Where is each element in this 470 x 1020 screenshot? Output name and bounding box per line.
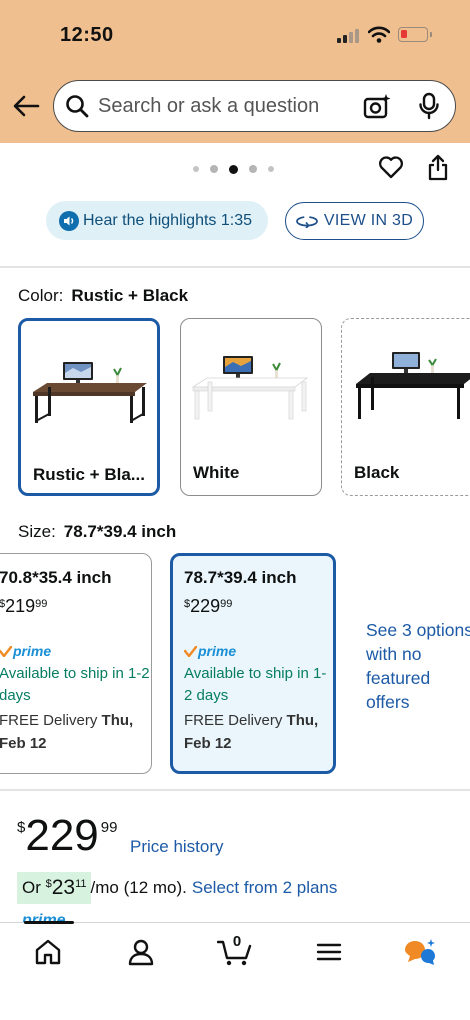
delivery-info: FREE Delivery Thu, Feb 12 xyxy=(184,712,319,752)
see-more-options-link[interactable]: See 3 options with no featured offers xyxy=(366,618,470,714)
pager-dot[interactable] xyxy=(193,166,199,172)
camera-lens-icon[interactable] xyxy=(363,93,391,119)
signal-icon xyxy=(337,29,361,43)
heart-icon[interactable] xyxy=(378,155,404,179)
desk-rustic-black-image xyxy=(33,362,147,423)
battery-tip xyxy=(430,32,432,37)
rotate-3d-icon xyxy=(296,216,318,228)
back-arrow-icon[interactable] xyxy=(12,94,40,118)
speaker-icon xyxy=(59,210,79,231)
product-price: $229 99 xyxy=(17,811,118,860)
size-heading: Size: 78.7*39.4 inch xyxy=(18,522,176,542)
price-history-link[interactable]: Price history xyxy=(130,837,224,857)
color-selected-value: Rustic + Black xyxy=(71,286,189,305)
section-divider xyxy=(0,266,470,268)
status-time: 12:50 xyxy=(60,24,114,46)
prime-badge: prime xyxy=(0,643,151,659)
color-heading-label: Color: xyxy=(18,286,64,305)
size-option-price: $229 99 xyxy=(184,596,233,616)
image-pager-dots[interactable] xyxy=(193,164,274,174)
share-icon[interactable] xyxy=(426,153,450,181)
prime-label: prime xyxy=(13,643,52,659)
color-swatch-label: White xyxy=(193,463,240,482)
select-plans-link[interactable]: Select from 2 plans xyxy=(192,878,338,898)
hear-highlights-label: Hear the highlights 1:35 xyxy=(83,211,252,229)
pager-dot[interactable] xyxy=(268,166,274,172)
search-bar[interactable] xyxy=(53,80,456,132)
color-heading: Color: Rustic + Black xyxy=(18,286,188,306)
rufus-assistant-icon[interactable] xyxy=(404,937,438,967)
pager-dot-active[interactable] xyxy=(229,164,238,174)
prime-label: prime xyxy=(198,643,237,659)
desk-black-image xyxy=(356,352,470,419)
section-divider xyxy=(0,789,470,791)
battery-icon xyxy=(398,27,428,42)
size-option-name: 78.7*39.4 inch xyxy=(184,568,297,587)
microphone-icon[interactable] xyxy=(418,92,440,120)
color-swatch-label: Black xyxy=(354,463,400,482)
prime-badge: prime xyxy=(184,643,333,659)
delivery-info: FREE Delivery Thu, Feb 12 xyxy=(0,712,134,752)
home-icon[interactable] xyxy=(33,937,63,967)
search-icon xyxy=(66,95,89,118)
view-in-3d-button[interactable]: VIEW IN 3D xyxy=(285,202,424,240)
prime-check-icon xyxy=(0,645,12,657)
color-swatch-white[interactable]: White xyxy=(180,318,322,496)
pager-dot[interactable] xyxy=(249,165,257,173)
installment-offer: Or $23 11 /mo (12 mo). Select from 2 plan… xyxy=(17,872,337,904)
account-icon[interactable] xyxy=(126,937,156,967)
size-option-card[interactable]: 70.8*35.4 inch $219 99 prime Available to… xyxy=(0,553,152,774)
color-swatch-black[interactable]: Black xyxy=(341,318,470,496)
size-option-card-selected[interactable]: 78.7*39.4 inch $229 99 prime Available to… xyxy=(170,553,336,774)
installment-term: /mo (12 mo). xyxy=(90,878,187,897)
desk-white-image xyxy=(191,356,309,420)
menu-icon[interactable] xyxy=(314,937,344,967)
view-in-3d-label: VIEW IN 3D xyxy=(323,212,414,229)
cart-button[interactable]: 0 xyxy=(216,933,253,967)
header: 12:50 xyxy=(0,0,470,143)
shipping-availability: Available to ship in 1-2 days xyxy=(0,665,150,704)
bottom-nav: 0 xyxy=(0,921,470,1020)
cart-count: 0 xyxy=(232,933,242,950)
nav-active-indicator xyxy=(24,921,74,924)
wifi-icon xyxy=(368,26,390,43)
size-selected-value: 78.7*39.4 inch xyxy=(63,522,177,541)
prime-logo-partial: prime xyxy=(22,912,66,922)
color-swatch-rustic-black[interactable]: Rustic + Bla... xyxy=(18,318,160,496)
size-option-name: 70.8*35.4 inch xyxy=(0,568,112,587)
size-option-price: $219 99 xyxy=(0,596,48,616)
color-swatch-label: Rustic + Bla... xyxy=(33,465,145,484)
shipping-availability: Available to ship in 1-2 days xyxy=(184,665,327,704)
installment-amount: Or $23 11 xyxy=(17,872,91,904)
prime-check-icon xyxy=(184,645,197,657)
pager-dot[interactable] xyxy=(210,165,218,173)
hear-highlights-button[interactable]: Hear the highlights 1:35 xyxy=(46,201,268,240)
search-input[interactable] xyxy=(98,95,338,118)
size-heading-label: Size: xyxy=(18,522,56,541)
